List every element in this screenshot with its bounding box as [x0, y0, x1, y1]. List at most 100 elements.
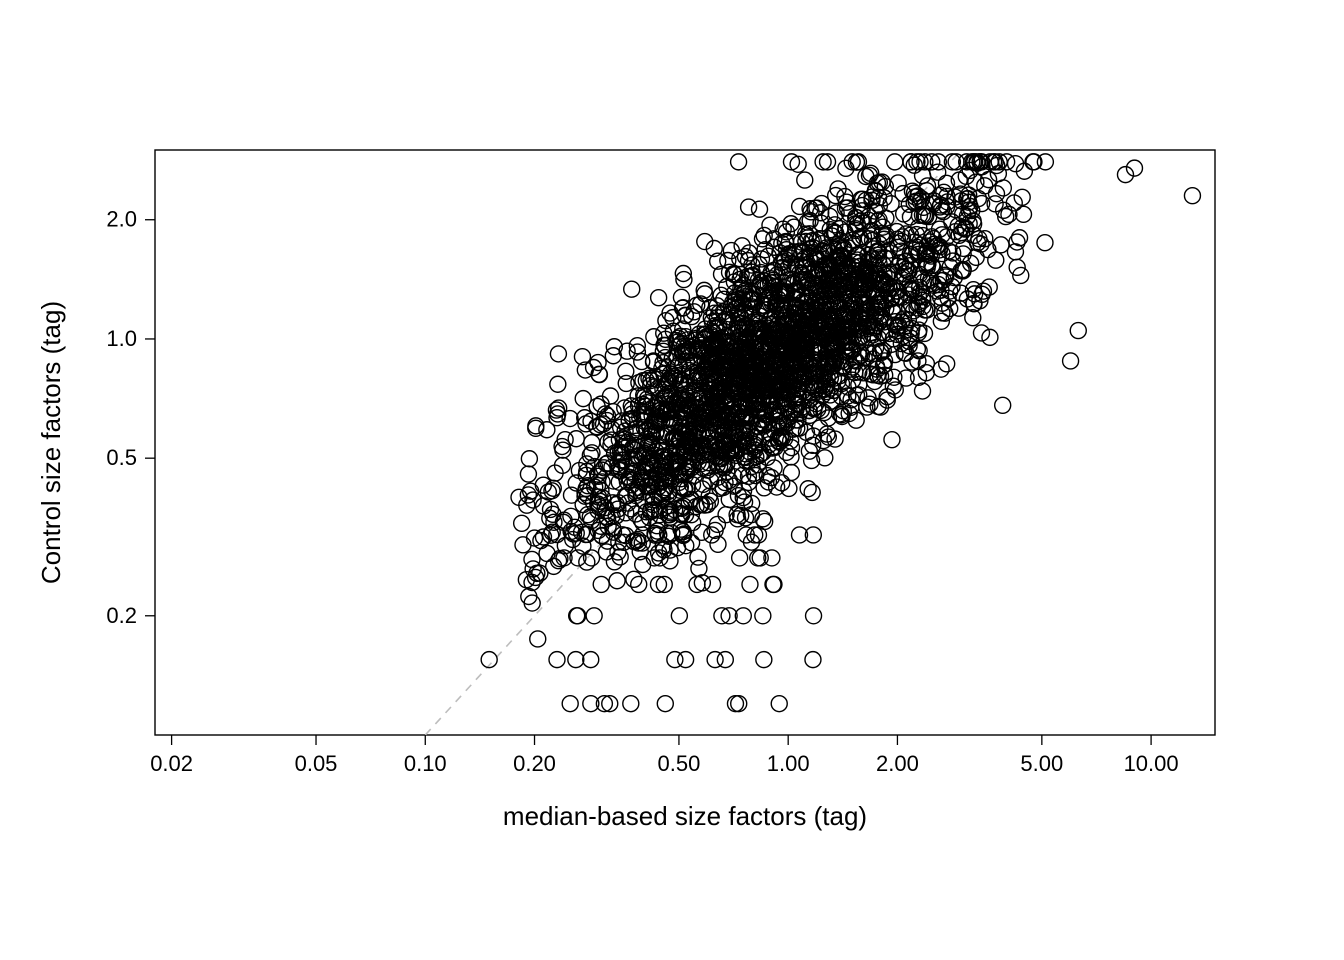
y-tick-label: 2.0: [106, 207, 137, 232]
data-point: [766, 576, 782, 592]
data-point: [586, 608, 602, 624]
data-point: [977, 178, 993, 194]
data-point: [804, 484, 820, 500]
data-point: [550, 376, 566, 392]
x-tick-label: 0.50: [658, 751, 701, 776]
data-point: [771, 696, 787, 712]
chart-container: 0.020.050.100.200.501.002.005.0010.000.2…: [0, 0, 1344, 960]
data-point: [623, 696, 639, 712]
data-point: [727, 696, 743, 712]
data-point: [848, 412, 864, 428]
data-point: [820, 154, 836, 170]
data-point: [568, 431, 584, 447]
data-point: [520, 487, 536, 503]
data-point: [797, 172, 813, 188]
data-point: [634, 354, 650, 370]
data-point: [879, 392, 895, 408]
data-point: [995, 397, 1011, 413]
x-tick-label: 0.05: [295, 751, 338, 776]
x-tick-label: 0.10: [404, 751, 447, 776]
scatter-plot: 0.020.050.100.200.501.002.005.0010.000.2…: [0, 0, 1344, 960]
data-point: [520, 466, 536, 482]
data-point: [783, 464, 799, 480]
data-point: [731, 154, 747, 170]
x-tick-label: 0.20: [513, 751, 556, 776]
x-tick-label: 5.00: [1020, 751, 1063, 776]
data-point: [657, 696, 673, 712]
data-point: [707, 652, 723, 668]
data-point: [602, 388, 618, 404]
data-point: [667, 652, 683, 668]
data-point: [514, 515, 530, 531]
data-point: [530, 631, 546, 647]
data-point: [549, 652, 565, 668]
data-point: [515, 537, 531, 553]
data-point: [714, 608, 730, 624]
data-point: [755, 608, 771, 624]
y-tick-label: 1.0: [106, 326, 137, 351]
data-point: [1184, 188, 1200, 204]
data-point: [815, 154, 831, 170]
data-point: [732, 550, 748, 566]
data-point: [562, 696, 578, 712]
data-point: [800, 481, 816, 497]
data-point: [624, 281, 640, 297]
x-tick-label: 10.00: [1124, 751, 1179, 776]
data-point: [646, 329, 662, 345]
data-point: [570, 608, 586, 624]
data-point: [583, 652, 599, 668]
data-point: [887, 154, 903, 170]
data-point: [575, 391, 591, 407]
data-point: [1037, 235, 1053, 251]
x-tick-label: 2.00: [876, 751, 919, 776]
data-point: [988, 252, 1004, 268]
data-point: [884, 432, 900, 448]
data-point: [579, 554, 595, 570]
data-point: [1026, 154, 1042, 170]
data-point: [1007, 244, 1023, 260]
data-point: [539, 545, 555, 561]
data-point: [705, 576, 721, 592]
points-group: [481, 154, 1200, 712]
x-tick-label: 0.02: [150, 751, 193, 776]
data-point: [731, 696, 747, 712]
data-point: [805, 652, 821, 668]
data-point: [609, 573, 625, 589]
data-point: [673, 289, 689, 305]
data-point: [691, 560, 707, 576]
x-axis-label: median-based size factors (tag): [503, 801, 867, 831]
data-point: [1070, 323, 1086, 339]
data-point: [542, 510, 558, 526]
data-point: [631, 576, 647, 592]
data-point: [539, 422, 555, 438]
data-point: [593, 576, 609, 592]
data-point: [718, 507, 734, 523]
data-point: [741, 199, 757, 215]
data-point: [593, 396, 609, 412]
data-point: [651, 290, 667, 306]
data-point: [760, 248, 776, 264]
data-point: [915, 383, 931, 399]
y-tick-label: 0.5: [106, 445, 137, 470]
data-point: [730, 488, 746, 504]
data-point: [671, 608, 687, 624]
data-point: [584, 435, 600, 451]
data-point: [781, 480, 797, 496]
data-point: [568, 652, 584, 668]
y-axis-label: Control size factors (tag): [36, 301, 66, 584]
data-point: [550, 346, 566, 362]
data-point: [689, 576, 705, 592]
data-point: [626, 571, 642, 587]
data-point: [783, 449, 799, 465]
data-point: [742, 576, 758, 592]
data-point: [717, 652, 733, 668]
data-point: [1016, 206, 1032, 222]
data-point: [1063, 353, 1079, 369]
data-point: [521, 451, 537, 467]
data-point: [883, 196, 899, 212]
data-point: [752, 201, 768, 217]
data-point: [696, 282, 712, 298]
data-point: [618, 375, 634, 391]
data-point: [989, 186, 1005, 202]
data-point: [743, 507, 759, 523]
